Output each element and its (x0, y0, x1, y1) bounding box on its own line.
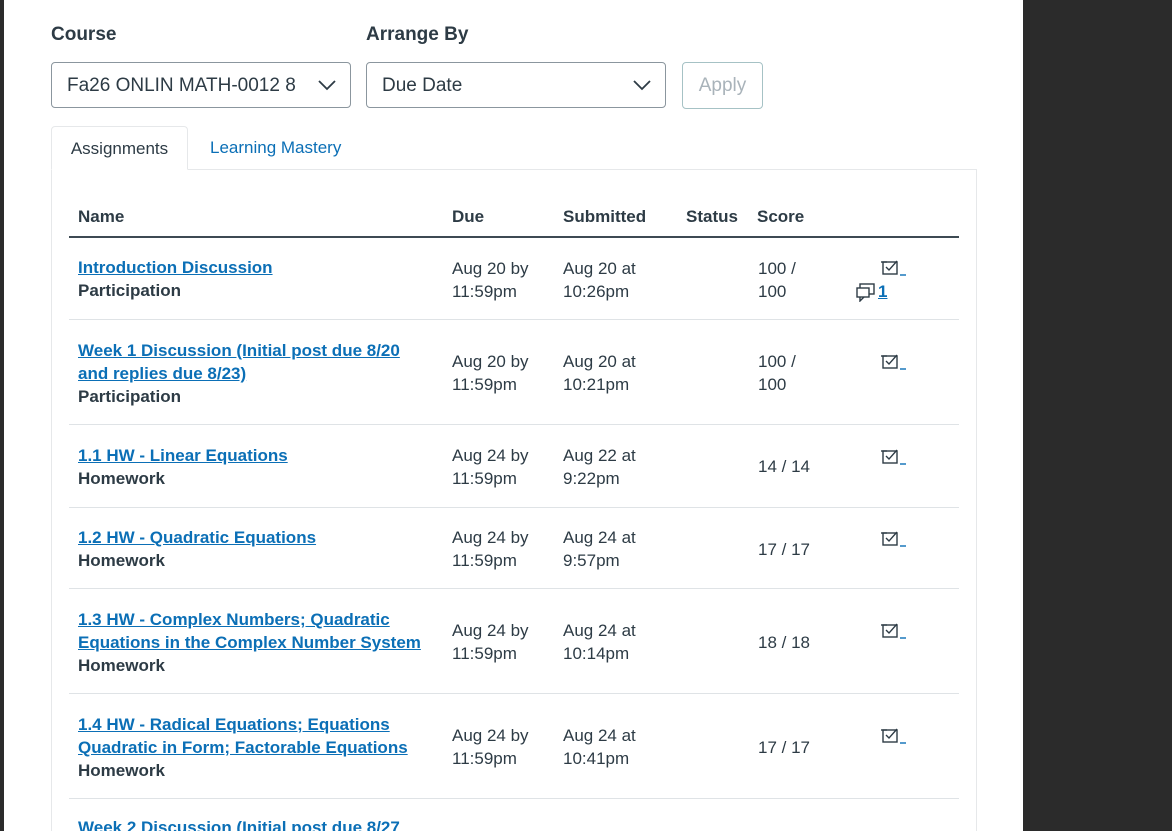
arrange-by-label: Arrange By (366, 24, 469, 45)
assignment-category: Homework (78, 761, 165, 780)
score: 17 / 17 (758, 540, 810, 559)
assignment-link[interactable]: Quadratic in Form; Factorable Equations (78, 738, 408, 757)
table-row: 1.4 HW - Radical Equations; Equations Qu… (78, 713, 408, 782)
due-date: Aug 20 by 11:59pm (452, 352, 529, 394)
score: 17 / 17 (758, 738, 810, 757)
header-due[interactable]: Due (452, 207, 484, 227)
assignment-link[interactable]: Introduction Discussion (78, 258, 273, 277)
assignment-link[interactable]: 1.3 HW - Complex Numbers; Quadratic (78, 610, 390, 629)
row-divider (69, 588, 959, 589)
assignment-category: Participation (78, 281, 181, 300)
due-date: Aug 24 by 11:59pm (452, 621, 529, 663)
assignment-link[interactable]: 1.4 HW - Radical Equations; Equations (78, 715, 390, 734)
header-status[interactable]: Status (686, 207, 738, 227)
row-divider (69, 319, 959, 320)
header-divider (69, 236, 959, 238)
assignment-link[interactable]: Week 1 Discussion (Initial post due 8/20 (78, 341, 400, 360)
table-row: Introduction Discussion Participation (78, 256, 273, 302)
tab-assignments[interactable]: Assignments (51, 126, 188, 170)
table-row: Week 1 Discussion (Initial post due 8/20… (78, 339, 400, 408)
score: 100 /100 (758, 352, 796, 394)
assignment-category: Participation (78, 387, 181, 406)
chevron-down-icon (633, 80, 651, 91)
score: 18 / 18 (758, 633, 810, 652)
apply-button[interactable]: Apply (682, 62, 763, 109)
assignment-category: Homework (78, 656, 165, 675)
table-row: 1.3 HW - Complex Numbers; Quadratic Equa… (78, 608, 421, 677)
comment-count[interactable]: 1 (878, 282, 887, 302)
header-name[interactable]: Name (78, 207, 124, 227)
row-divider (69, 693, 959, 694)
arrange-by-value: Due Date (382, 75, 463, 96)
assignment-link[interactable]: Equations in the Complex Number System (78, 633, 421, 652)
row-divider (69, 424, 959, 425)
grades-page: Course Arrange By Fa26 ONLIN MATH-0012 8… (4, 0, 1023, 831)
submitted-date: Aug 20 at 10:26pm (563, 259, 636, 301)
rubric-icon[interactable] (880, 529, 906, 549)
assignment-link[interactable]: and replies due 8/23) (78, 364, 246, 383)
assignment-category: Homework (78, 551, 165, 570)
rubric-icon[interactable] (880, 447, 906, 467)
submitted-date: Aug 24 at 10:14pm (563, 621, 636, 663)
course-select[interactable]: Fa26 ONLIN MATH-0012 8 (51, 62, 351, 108)
submitted-date: Aug 22 at 9:22pm (563, 446, 636, 488)
submitted-date: Aug 24 at 9:57pm (563, 528, 636, 570)
score: 100 /100 (758, 259, 796, 301)
table-row: Week 2 Discussion (Initial post due 8/27 (78, 816, 400, 831)
due-date: Aug 24 by 11:59pm (452, 528, 529, 570)
header-submitted[interactable]: Submitted (563, 207, 646, 227)
assignment-link[interactable]: 1.2 HW - Quadratic Equations (78, 528, 316, 547)
arrange-by-select[interactable]: Due Date (366, 62, 666, 108)
row-divider (69, 507, 959, 508)
course-select-value: Fa26 ONLIN MATH-0012 8 (67, 75, 296, 96)
rubric-icon[interactable] (880, 352, 906, 372)
course-label: Course (51, 24, 117, 45)
due-date: Aug 24 by 11:59pm (452, 446, 529, 488)
tab-learning-mastery[interactable]: Learning Mastery (210, 126, 341, 170)
score: 14 / 14 (758, 457, 810, 476)
due-date: Aug 20 by 11:59pm (452, 259, 529, 301)
chevron-down-icon (318, 80, 336, 91)
header-score[interactable]: Score (757, 207, 804, 227)
assignment-category: Homework (78, 469, 165, 488)
table-row: 1.2 HW - Quadratic Equations Homework (78, 526, 316, 572)
rubric-icon[interactable] (880, 258, 906, 278)
assignment-link[interactable]: Week 2 Discussion (Initial post due 8/27 (78, 818, 400, 831)
due-date: Aug 24 by 11:59pm (452, 726, 529, 768)
submitted-date: Aug 24 at 10:41pm (563, 726, 636, 768)
assignment-link[interactable]: 1.1 HW - Linear Equations (78, 446, 288, 465)
rubric-icon[interactable] (880, 726, 906, 746)
table-row: 1.1 HW - Linear Equations Homework (78, 444, 288, 490)
row-divider (69, 798, 959, 799)
rubric-icon[interactable] (880, 621, 906, 641)
submitted-date: Aug 20 at 10:21pm (563, 352, 636, 394)
